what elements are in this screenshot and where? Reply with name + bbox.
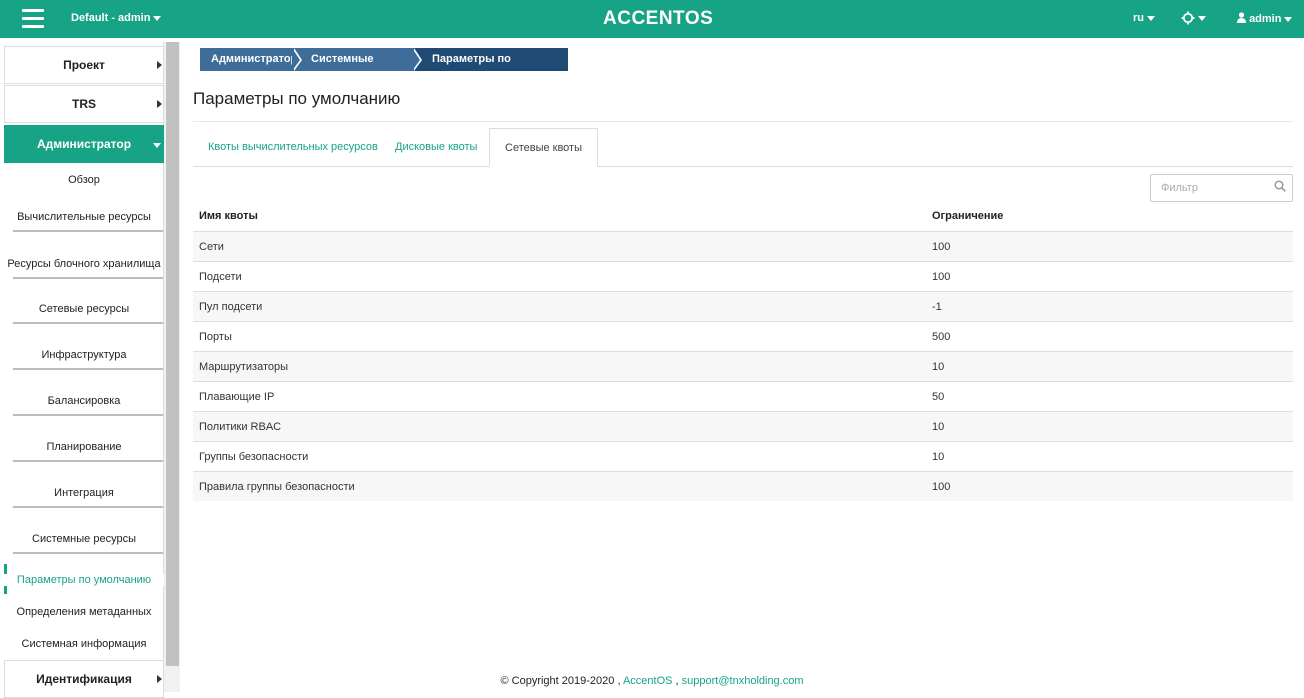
sidebar-section-label: Проект — [63, 58, 105, 72]
table-row: Порты 500 — [193, 321, 1293, 351]
filter-input[interactable] — [1150, 174, 1293, 202]
project-selector[interactable]: Default - admin — [71, 12, 162, 24]
breadcrumb-separator — [292, 48, 300, 71]
sidebar-item-overview[interactable]: Обзор — [4, 174, 164, 186]
breadcrumb-separator — [412, 48, 420, 71]
column-header-quota-name: Имя квоты — [199, 210, 258, 222]
table-row: Правила группы безопасности 100 — [193, 471, 1293, 501]
quota-name-cell: Пул подсети — [199, 301, 263, 313]
sidebar-item-defaults[interactable]: Параметры по умолчанию — [4, 574, 164, 586]
quota-limit-cell: 100 — [932, 241, 951, 253]
chevron-down-icon — [153, 143, 161, 148]
sidebar-item-system-info[interactable]: Системная информация — [4, 638, 164, 650]
divider — [193, 121, 1293, 122]
quota-limit-cell: -1 — [932, 301, 942, 313]
quota-limit-cell: 10 — [932, 361, 945, 373]
sidebar-item-block-storage[interactable]: Ресурсы блочного хранилища — [4, 258, 164, 270]
chevron-down-icon — [1198, 15, 1206, 21]
sidebar-item-network[interactable]: Сетевые ресурсы — [4, 303, 164, 315]
sidebar-item-integration[interactable]: Интеграция — [4, 487, 164, 499]
chevron-down-icon — [1284, 16, 1293, 22]
divider — [13, 460, 163, 462]
breadcrumb-admin[interactable]: Администратор — [200, 48, 297, 71]
quota-name-cell: Сети — [199, 241, 224, 253]
table-row: Группы безопасности 10 — [193, 441, 1293, 471]
divider — [13, 414, 163, 416]
table-row: Сети 100 — [193, 231, 1293, 261]
quota-name-cell: Правила группы безопасности — [199, 481, 355, 493]
tab-network-quotas[interactable]: Сетевые квоты — [489, 128, 599, 167]
chevron-down-icon — [1147, 15, 1155, 21]
sidebar-section-label: TRS — [72, 97, 96, 111]
breadcrumb-system-resources[interactable]: Системные ресурсы — [294, 48, 414, 88]
quota-name-cell: Группы безопасности — [199, 451, 309, 463]
quota-limit-cell: 100 — [932, 271, 951, 283]
sidebar-section-project[interactable]: Проект — [4, 46, 164, 84]
accentos-link[interactable]: AccentOS — [623, 675, 673, 687]
sidebar-section-admin[interactable]: Администратор — [4, 125, 164, 163]
table-row: Подсети 100 — [193, 261, 1293, 291]
hamburger-menu-icon[interactable] — [22, 9, 44, 29]
sidebar-section-trs[interactable]: TRS — [4, 85, 164, 123]
sidebar-scrollbar-thumb[interactable] — [166, 42, 179, 666]
page-title: Параметры по умолчанию — [193, 89, 401, 108]
sidebar-item-infrastructure[interactable]: Инфраструктура — [4, 349, 164, 361]
column-header-limit: Ограничение — [932, 210, 1004, 222]
sidebar: Проект TRS Администратор Обзор Вычислите… — [4, 42, 164, 698]
sidebar-item-metadata[interactable]: Определения метаданных — [4, 606, 164, 618]
quota-name-cell: Плавающие IP — [199, 391, 275, 403]
quota-limit-cell: 50 — [932, 391, 945, 403]
quota-name-cell: Порты — [199, 331, 232, 343]
divider — [13, 277, 163, 279]
divider — [13, 230, 163, 232]
quota-limit-cell: 10 — [932, 421, 945, 433]
copyright-text: © Copyright 2019-2020 , — [500, 675, 621, 687]
theme-menu[interactable] — [1181, 11, 1206, 25]
quota-name-cell: Политики RBAC — [199, 421, 282, 433]
user-icon — [1237, 12, 1246, 23]
chevron-down-icon — [153, 15, 162, 21]
user-name: admin — [1249, 13, 1282, 25]
sidebar-item-system-resources[interactable]: Системные ресурсы — [4, 533, 164, 545]
breadcrumb-current: Параметры по умолчанию — [414, 48, 568, 88]
divider — [13, 506, 163, 508]
accentos-logo[interactable]: ACCENTOS — [603, 8, 713, 30]
language-selector[interactable]: ru — [1133, 12, 1155, 24]
project-selector-label: Default - admin — [71, 12, 151, 24]
quota-limit-cell: 10 — [932, 451, 945, 463]
chevron-right-icon — [157, 100, 162, 108]
table-row: Пул подсети -1 — [193, 291, 1293, 321]
divider — [13, 552, 163, 554]
language-label: ru — [1133, 12, 1144, 24]
sidebar-item-planning[interactable]: Планирование — [4, 441, 164, 453]
sidebar-item-balancing[interactable]: Балансировка — [4, 395, 164, 407]
quota-limit-cell: 100 — [932, 481, 951, 493]
tab-disk-quotas[interactable]: Дисковые квоты — [395, 128, 477, 167]
divider — [13, 368, 163, 370]
gear-icon — [1181, 11, 1195, 25]
support-email-link[interactable]: support@tnxholding.com — [682, 675, 804, 687]
sidebar-item-compute[interactable]: Вычислительные ресурсы — [4, 211, 164, 223]
search-icon[interactable] — [1274, 180, 1286, 192]
quota-name-cell: Подсети — [199, 271, 242, 283]
table-row: Маршрутизаторы 10 — [193, 351, 1293, 381]
divider — [13, 322, 163, 324]
user-menu[interactable]: admin — [1237, 12, 1293, 25]
chevron-right-icon — [157, 61, 162, 69]
footer-separator: , — [675, 675, 679, 687]
sidebar-section-label: Администратор — [36, 137, 132, 151]
quota-limit-cell: 500 — [932, 331, 951, 343]
top-navbar: Default - admin ACCENTOS ru admin — [0, 0, 1304, 38]
footer: © Copyright 2019-2020 , AccentOS , suppo… — [0, 675, 1304, 687]
table-row: Плавающие IP 50 — [193, 381, 1293, 411]
quota-name-cell: Маршрутизаторы — [199, 361, 288, 373]
tab-compute-quotas[interactable]: Квоты вычислительных ресурсов — [208, 128, 378, 167]
table-row: Политики RBAC 10 — [193, 411, 1293, 441]
